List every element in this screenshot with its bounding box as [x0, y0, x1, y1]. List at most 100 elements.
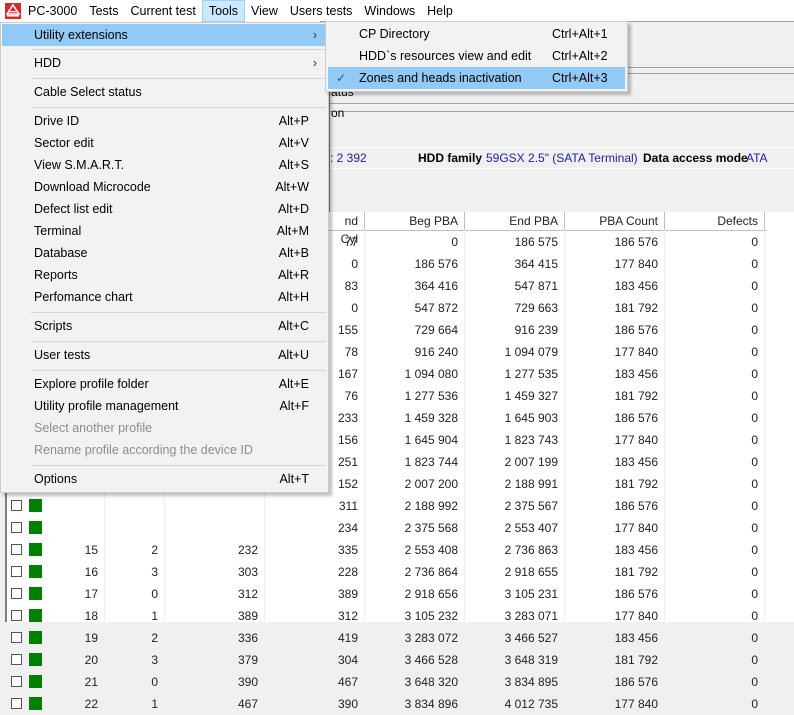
row-checkbox[interactable]	[11, 500, 22, 511]
cell-pba-count: 186 576	[614, 235, 658, 249]
submenu-item-cp-directory[interactable]: CP Directory Ctrl+Alt+1	[328, 23, 625, 45]
menu-users-tests[interactable]: Users tests	[284, 0, 359, 22]
menu-item-sector-edit[interactable]: Sector edit Alt+V	[2, 132, 327, 154]
row-checkbox[interactable]	[11, 544, 22, 555]
menu-item-defect-list-edit[interactable]: Defect list edit Alt+D	[2, 198, 327, 220]
table-row[interactable]: 19 2 336 419 3 283 072 3 466 527 183 456 0	[7, 627, 767, 649]
cell-zone: 19	[84, 631, 98, 645]
cell-end-cyl: 228	[337, 565, 358, 579]
cell-beg-cyl	[164, 495, 264, 517]
menu-item-drive-id[interactable]: Drive ID Alt+P	[2, 110, 327, 132]
cell-end-pba: 3 283 071	[504, 609, 558, 623]
cell-beg-pba: 2 375 568	[404, 521, 458, 535]
cell-end-pba: 729 663	[514, 301, 558, 315]
menu-item-explore-profile-folder[interactable]: Explore profile folder Alt+E	[2, 373, 327, 395]
cell-pba-count: 183 456	[614, 631, 658, 645]
data-access-mode-value: ATA	[746, 151, 768, 165]
cell-beg-pba: 1 823 744	[404, 455, 458, 469]
cell-defects: 0	[751, 411, 758, 425]
menu-item-download-microcode[interactable]: Download Microcode Alt+W	[2, 176, 327, 198]
cell-pba-count: 183 456	[614, 279, 658, 293]
table-row[interactable]: 21 0 390 467 3 648 320 3 834 895 186 576 0	[7, 671, 767, 693]
cell-end-pba: 4 012 735	[504, 697, 558, 711]
submenu-item-zones-heads-inactivation[interactable]: ✓ Zones and heads inactivation Ctrl+Alt+…	[328, 67, 625, 89]
col-pba-count[interactable]: PBA Count	[565, 212, 665, 230]
row-checkbox[interactable]	[11, 588, 22, 599]
cell-defects: 0	[751, 455, 758, 469]
cell-end-cyl: 390	[337, 697, 358, 711]
row-checkbox[interactable]	[11, 676, 22, 687]
table-row[interactable]: 16 3 303 228 2 736 864 2 918 655 181 792 0	[7, 561, 767, 583]
cell-defects: 0	[751, 631, 758, 645]
partial-value: : 2 392	[330, 151, 367, 165]
menu-tools[interactable]: Tools	[201, 0, 246, 22]
menu-item-utility-profile-management[interactable]: Utility profile management Alt+F	[2, 395, 327, 417]
menu-item-user-tests[interactable]: User tests Alt+U	[2, 344, 327, 366]
col-end-pba[interactable]: End PBA	[465, 212, 565, 230]
menu-pc3000[interactable]: PC-3000	[26, 0, 83, 22]
cell-end-cyl: 312	[337, 609, 358, 623]
menu-windows[interactable]: Windows	[358, 0, 421, 22]
col-end-cyl[interactable]: nd Cyl	[337, 212, 365, 246]
zone-status-indicator	[29, 587, 42, 600]
row-checkbox[interactable]	[11, 610, 22, 621]
table-row[interactable]: 15 2 232 335 2 553 408 2 736 863 183 456 0	[7, 539, 767, 561]
menu-tests[interactable]: Tests	[83, 0, 124, 22]
menu-item-hdd[interactable]: HDD ›	[2, 52, 327, 74]
menu-item-rename-profile: Rename profile according the device ID	[34, 443, 253, 457]
menu-item-performance-chart[interactable]: Perfomance chart Alt+H	[2, 286, 327, 308]
row-checkbox[interactable]	[11, 632, 22, 643]
row-checkbox[interactable]	[11, 522, 22, 533]
cell-defects: 0	[751, 345, 758, 359]
menu-current-test[interactable]: Current test	[125, 0, 202, 22]
tools-menu: Utility extensions › HDD › Cable Select …	[0, 22, 329, 493]
cell-zone: 18	[84, 609, 98, 623]
cell-beg-pba: 2 188 992	[404, 499, 458, 513]
cell-beg-pba: 2 918 656	[404, 587, 458, 601]
submenu-item-hdd-resources[interactable]: HDD`s resources view and edit Ctrl+Alt+2	[328, 45, 625, 67]
zone-status-indicator	[29, 631, 42, 644]
menu-item-database[interactable]: Database Alt+B	[2, 242, 327, 264]
col-beg-pba[interactable]: Beg PBA	[365, 212, 465, 230]
menu-item-scripts[interactable]: Scripts Alt+C	[2, 315, 327, 337]
row-checkbox[interactable]	[11, 654, 22, 665]
cell-end-pba: 3 466 527	[504, 631, 558, 645]
table-row[interactable]: 234 2 375 568 2 553 407 177 840 0	[7, 517, 767, 539]
cell-zone: 20	[84, 653, 98, 667]
menu-item-utility-extensions[interactable]: Utility extensions ›	[2, 24, 327, 46]
cell-pba-count: 186 576	[614, 675, 658, 689]
cell-head: 1	[151, 697, 158, 711]
menu-item-view-smart[interactable]: View S.M.A.R.T. Alt+S	[2, 154, 327, 176]
cell-beg-cyl: 379	[237, 653, 258, 667]
cell-defects: 0	[751, 389, 758, 403]
menu-help[interactable]: Help	[421, 0, 459, 22]
zone-status-indicator	[29, 499, 42, 512]
chevron-right-icon: ›	[312, 28, 317, 42]
table-row[interactable]: 311 2 188 992 2 375 567 186 576 0	[7, 495, 767, 517]
cell-pba-count: 183 456	[614, 367, 658, 381]
zone-status-indicator	[29, 675, 42, 688]
menu-item-reports[interactable]: Reports Alt+R	[2, 264, 327, 286]
table-row[interactable]: 18 1 389 312 3 105 232 3 283 071 177 840 0	[7, 605, 767, 627]
table-row[interactable]: 22 1 467 390 3 834 896 4 012 735 177 840 0	[7, 693, 767, 715]
col-defects[interactable]: Defects	[665, 212, 765, 230]
menu-item-cable-select-status[interactable]: Cable Select status	[2, 81, 327, 103]
cell-defects: 0	[751, 587, 758, 601]
zone-status-indicator	[29, 565, 42, 578]
hdd-family-value: 59GSX 2.5" (SATA Terminal)	[486, 151, 638, 165]
cell-defects: 0	[751, 499, 758, 513]
cell-beg-cyl	[164, 517, 264, 539]
table-row[interactable]: 17 0 312 389 2 918 656 3 105 231 186 576 0	[7, 583, 767, 605]
cell-defects: 0	[751, 675, 758, 689]
cell-beg-cyl: 389	[237, 609, 258, 623]
row-checkbox[interactable]	[11, 698, 22, 709]
cell-defects: 0	[751, 565, 758, 579]
cell-beg-cyl: 467	[237, 697, 258, 711]
row-checkbox[interactable]	[11, 566, 22, 577]
menu-view[interactable]: View	[245, 0, 284, 22]
menu-item-terminal[interactable]: Terminal Alt+M	[2, 220, 327, 242]
cell-zone: 17	[84, 587, 98, 601]
cell-end-pba: 547 871	[514, 279, 558, 293]
table-row[interactable]: 20 3 379 304 3 466 528 3 648 319 181 792 0	[7, 649, 767, 671]
menu-item-options[interactable]: Options Alt+T	[2, 468, 327, 490]
